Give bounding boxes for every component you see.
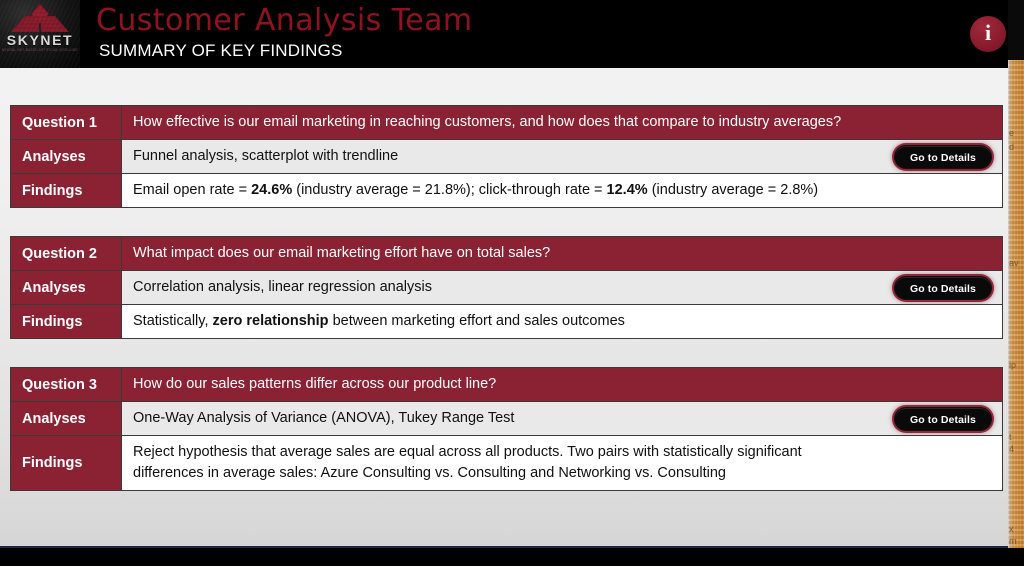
go-to-details-button[interactable]: Go to Details (893, 144, 992, 169)
brand-logo: SKYNET NEURAL NET-BASED ARTIFICIAL INTEL… (0, 0, 80, 68)
findings-row: Findings Reject hypothesis that average … (11, 435, 1002, 490)
question-row: Question 2 What impact does our email ma… (11, 237, 1002, 270)
analyses-cell: One-Way Analysis of Variance (ANOVA), Tu… (122, 402, 1002, 435)
panel-texture (1008, 0, 1024, 566)
slide-canvas: SKYNET NEURAL NET-BASED ARTIFICIAL INTEL… (0, 0, 1008, 566)
question-block: Question 3 How do our sales patterns dif… (10, 367, 1003, 491)
analyses-label: Analyses (11, 402, 122, 435)
findings-cell: Statistically, zero relationship between… (122, 305, 1002, 338)
footer-bar (0, 548, 1024, 566)
findings-cell: Reject hypothesis that average sales are… (122, 436, 1002, 490)
question-text: How effective is our email marketing in … (122, 106, 1002, 139)
analyses-text: One-Way Analysis of Variance (ANOVA), Tu… (133, 410, 515, 426)
panel-text-fragment: ip (1009, 360, 1017, 370)
question-text: How do our sales patterns differ across … (122, 368, 1002, 401)
analyses-label: Analyses (11, 271, 122, 304)
panel-header-sliver (1008, 0, 1024, 60)
go-to-details-button[interactable]: Go to Details (893, 406, 992, 431)
analyses-row: Analyses One-Way Analysis of Variance (A… (11, 401, 1002, 435)
question-label: Question 1 (11, 106, 122, 139)
findings-line: Email open rate = 24.6% (industry averag… (133, 182, 819, 198)
page-subtitle: SUMMARY OF KEY FINDINGS (99, 41, 343, 60)
panel-text-fragment: m (1009, 536, 1017, 546)
findings-line: Statistically, zero relationship between… (133, 313, 625, 329)
question-label: Question 2 (11, 237, 122, 270)
analyses-row: Analyses Funnel analysis, scatterplot wi… (11, 139, 1002, 173)
analyses-label: Analyses (11, 140, 122, 173)
findings-blocks: Question 1 How effective is our email ma… (10, 105, 1003, 519)
panel-text-fragment: 4 (1009, 444, 1015, 454)
findings-row: Findings Statistically, zero relationshi… (11, 304, 1002, 338)
question-row: Question 1 How effective is our email ma… (11, 106, 1002, 139)
page-title: Customer Analysis Team (96, 3, 473, 38)
panel-text-fragment: d (1009, 142, 1015, 152)
question-row: Question 3 How do our sales patterns dif… (11, 368, 1002, 401)
analyses-text: Correlation analysis, linear regression … (133, 279, 432, 295)
panel-text-fragment: e (1009, 128, 1015, 138)
panel-text-fragment: av (1009, 258, 1019, 268)
pyramid-logo-icon (11, 3, 69, 32)
analyses-cell: Funnel analysis, scatterplot with trendl… (122, 140, 1002, 173)
findings-line: differences in average sales: Azure Cons… (133, 465, 726, 481)
info-icon: i (984, 20, 992, 45)
adjacent-panel-sliver: e d av ip t 4 x m (1008, 0, 1024, 566)
info-button[interactable]: i (970, 16, 1006, 52)
analyses-cell: Correlation analysis, linear regression … (122, 271, 1002, 304)
findings-row: Findings Email open rate = 24.6% (indust… (11, 173, 1002, 207)
logo-tagline: NEURAL NET-BASED ARTIFICIAL INTELLIGENCE (2, 48, 78, 52)
go-to-details-button[interactable]: Go to Details (893, 275, 992, 300)
analyses-row: Analyses Correlation analysis, linear re… (11, 270, 1002, 304)
findings-line: Reject hypothesis that average sales are… (133, 444, 802, 460)
question-text: What impact does our email marketing eff… (122, 237, 1002, 270)
question-block: Question 2 What impact does our email ma… (10, 236, 1003, 339)
header-bar: SKYNET NEURAL NET-BASED ARTIFICIAL INTEL… (0, 0, 1008, 68)
panel-text-fragment: t (1009, 432, 1012, 442)
question-label: Question 3 (11, 368, 122, 401)
findings-label: Findings (11, 305, 122, 338)
panel-text-fragment: x (1009, 524, 1014, 534)
question-block: Question 1 How effective is our email ma… (10, 105, 1003, 208)
findings-label: Findings (11, 174, 122, 207)
logo-wordmark: SKYNET (6, 32, 74, 48)
findings-cell: Email open rate = 24.6% (industry averag… (122, 174, 1002, 207)
findings-label: Findings (11, 436, 122, 490)
analyses-text: Funnel analysis, scatterplot with trendl… (133, 148, 399, 164)
